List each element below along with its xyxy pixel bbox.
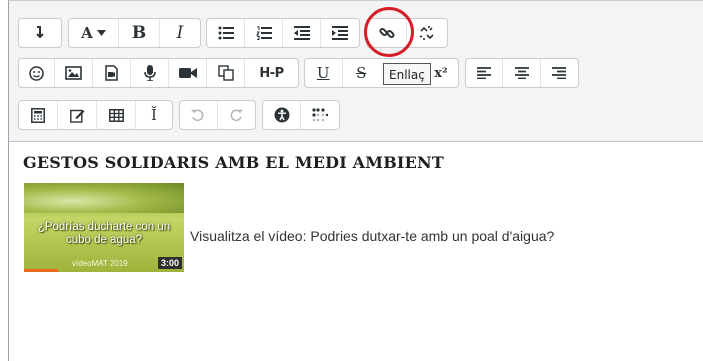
underline-label: U	[316, 64, 330, 82]
accessibility-checker-button[interactable]	[263, 101, 301, 129]
bold-label: B	[131, 23, 147, 43]
toolbar-group-text-style: U S	[304, 58, 380, 88]
indent-icon	[332, 26, 348, 40]
arrow-down-icon	[34, 26, 46, 40]
record-video-button[interactable]	[169, 59, 207, 87]
clear-formatting-button[interactable]: Ĭ	[136, 101, 172, 129]
accessibility-icon	[274, 107, 290, 123]
align-center-button[interactable]	[503, 59, 541, 87]
align-center-icon	[514, 67, 529, 79]
record-audio-button[interactable]	[131, 59, 169, 87]
media-file-icon	[105, 65, 118, 81]
toolbar-group-media: H-P	[18, 58, 299, 88]
toolbar-group-history	[179, 100, 256, 130]
content-heading: GESTOS SOLIDARIS AMB EL MEDI AMBIENT	[23, 153, 444, 172]
toolbar-group-expand	[18, 18, 62, 48]
align-left-button[interactable]	[466, 59, 504, 87]
strikethrough-button[interactable]: S	[343, 59, 381, 87]
align-right-button[interactable]	[541, 59, 578, 87]
toolbar-group-insert: Ĭ	[18, 100, 173, 130]
emoji-button[interactable]	[19, 59, 55, 87]
editor-toolbar: A B I H-P U S x² Ĭ Enllaç	[9, 1, 703, 142]
outdent-icon	[293, 26, 310, 40]
equation-button[interactable]	[19, 101, 58, 129]
braille-icon	[312, 108, 328, 122]
table-icon	[108, 108, 124, 122]
screenreader-helper-button[interactable]	[301, 101, 339, 129]
unlink-icon	[419, 25, 435, 41]
ordered-list-button[interactable]	[245, 19, 283, 47]
video-progress-bar	[24, 269, 58, 272]
calculator-icon	[31, 107, 45, 123]
unlink-button[interactable]	[407, 19, 447, 47]
italic-label: I	[176, 23, 184, 43]
ordered-list-icon	[255, 26, 272, 40]
table-button[interactable]	[97, 101, 136, 129]
superscript-label: x²	[434, 65, 448, 81]
strikethrough-label: S	[356, 64, 367, 82]
video-thumbnail[interactable]: ¿Podrías ducharte con un cubo de agua? v…	[24, 183, 184, 272]
redo-icon	[229, 108, 244, 122]
toolbar-group-align	[465, 58, 579, 88]
h5p-button[interactable]: H-P	[245, 59, 298, 87]
expand-toolbar-button[interactable]	[19, 19, 61, 47]
unordered-list-button[interactable]	[207, 19, 245, 47]
microphone-icon	[143, 65, 156, 81]
toolbar-group-links	[366, 18, 448, 48]
water-splash-image	[24, 183, 184, 213]
text-editor: A B I H-P U S x² Ĭ Enllaç GESTOS SOLIDAR…	[8, 0, 703, 361]
link-button[interactable]	[367, 19, 407, 47]
undo-button[interactable]	[180, 101, 218, 129]
indent-button[interactable]	[321, 19, 359, 47]
media-button[interactable]	[93, 59, 131, 87]
copy-files-icon	[217, 65, 234, 81]
toolbar-group-lists	[206, 18, 360, 48]
edit-button[interactable]	[58, 101, 97, 129]
unordered-list-icon	[218, 26, 234, 40]
manage-files-button[interactable]	[207, 59, 245, 87]
image-button[interactable]	[55, 59, 93, 87]
thumbnail-question: ¿Podrías ducharte con un cubo de agua?	[37, 221, 171, 246]
caret-down-icon	[96, 30, 106, 36]
link-icon	[378, 25, 395, 41]
video-camera-icon	[178, 67, 197, 79]
font-color-button[interactable]: A	[69, 19, 119, 47]
underline-button[interactable]: U	[305, 59, 343, 87]
toolbar-group-accessibility	[262, 100, 340, 130]
h5p-label: H-P	[259, 65, 284, 81]
undo-icon	[191, 108, 205, 122]
bold-button[interactable]: B	[119, 19, 160, 47]
link-tooltip: Enllaç	[383, 63, 431, 85]
font-color-label: A	[81, 24, 93, 42]
video-duration: 3:00	[157, 257, 182, 269]
toolbar-group-font: A B I	[68, 18, 201, 48]
smiley-icon	[29, 65, 44, 81]
align-right-icon	[552, 67, 567, 79]
thumbnail-brand: vídeoMAT 2019	[72, 259, 128, 268]
outdent-button[interactable]	[283, 19, 321, 47]
clear-format-label: Ĭ	[151, 106, 157, 124]
redo-button[interactable]	[218, 101, 256, 129]
image-icon	[65, 66, 82, 80]
edit-icon	[69, 108, 85, 123]
italic-button[interactable]: I	[160, 19, 200, 47]
video-link-text[interactable]: Visualitza el vídeo: Podries dutxar-te a…	[190, 228, 554, 244]
align-left-icon	[477, 67, 492, 79]
